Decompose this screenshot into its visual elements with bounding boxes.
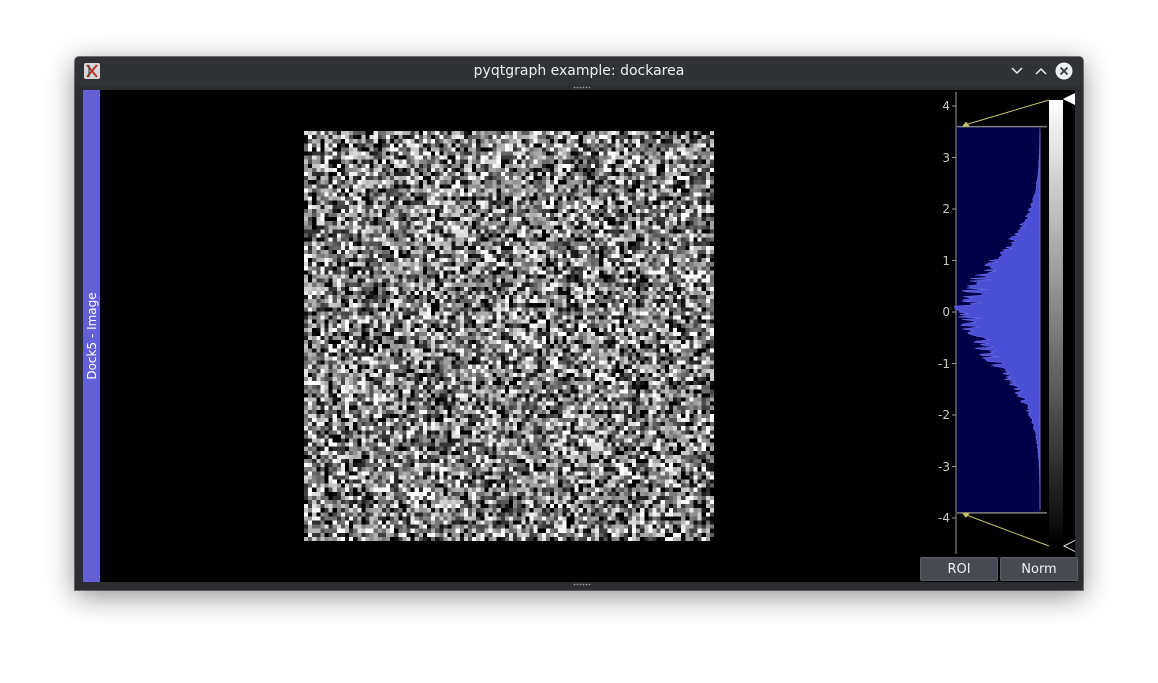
image-view[interactable]: 4 3 2 1 0 -1 -2 -3 -4 ROI Norm	[100, 90, 1078, 582]
dock-title: Dock5 - Image	[84, 292, 99, 380]
axis-tick-label: 2	[942, 202, 950, 216]
histogram-axis-ticks	[952, 105, 956, 519]
gradient-top-tick[interactable]	[1062, 92, 1075, 106]
axis-tick-label: 0	[942, 305, 950, 319]
histogram-lut-widget[interactable]: 4 3 2 1 0 -1 -2 -3 -4	[920, 90, 1075, 582]
gradient-connector-top	[965, 99, 1050, 126]
axis-tick-label: 4	[942, 99, 950, 113]
image-canvas	[304, 131, 714, 541]
roi-button[interactable]: ROI	[920, 557, 998, 581]
window-title: pyqtgraph example: dockarea	[473, 63, 685, 79]
gradient-bar[interactable]	[1049, 100, 1063, 546]
axis-tick-label: -3	[938, 459, 950, 474]
norm-button[interactable]: Norm	[1000, 557, 1078, 581]
dock-image: Dock5 - Image 4 3 2 1 0 -1 -2 -3 -4 ROI …	[83, 90, 1078, 582]
splitter-handle-bottom[interactable]	[573, 583, 591, 586]
noise-image[interactable]	[304, 131, 714, 541]
axis-tick-label: -1	[938, 356, 950, 371]
gradient-bottom-tick[interactable]	[1062, 539, 1075, 553]
maximize-button[interactable]	[1032, 62, 1050, 80]
axis-tick-label: -2	[938, 408, 950, 422]
minimize-button[interactable]	[1008, 62, 1026, 80]
dock-title-bar[interactable]: Dock5 - Image	[83, 90, 100, 582]
close-button[interactable]	[1055, 62, 1073, 80]
title-bar[interactable]: pyqtgraph example: dockarea	[75, 57, 1083, 86]
splitter-handle-top[interactable]	[573, 86, 591, 89]
axis-tick-label: 3	[942, 150, 950, 165]
gradient-connector-bottom	[965, 514, 1050, 547]
axis-tick-label: 1	[942, 253, 950, 268]
main-window: pyqtgraph example: dockarea Dock5 - Imag…	[75, 57, 1083, 590]
axis-tick-label: -4	[938, 511, 950, 525]
